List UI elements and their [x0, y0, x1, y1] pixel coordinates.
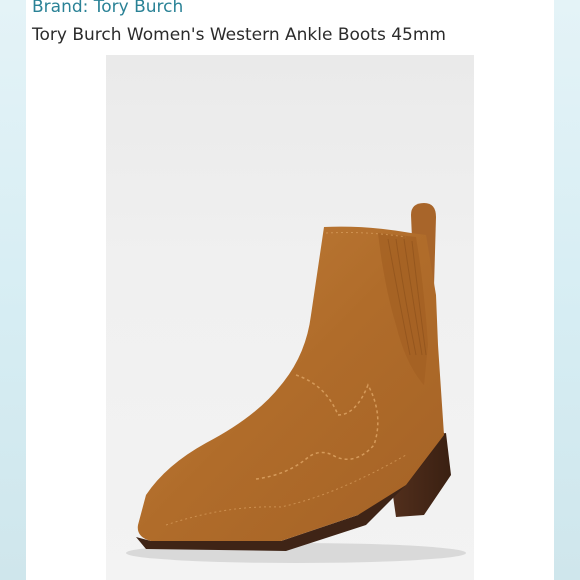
product-image[interactable] — [106, 55, 474, 580]
right-margin — [554, 0, 580, 580]
left-margin — [0, 0, 26, 580]
brand-link[interactable]: Brand: Tory Burch — [32, 0, 183, 17]
boot-illustration — [126, 203, 466, 563]
product-panel: Brand: Tory Burch Tory Burch Women's Wes… — [26, 0, 554, 580]
product-title: Tory Burch Women's Western Ankle Boots 4… — [32, 25, 446, 45]
